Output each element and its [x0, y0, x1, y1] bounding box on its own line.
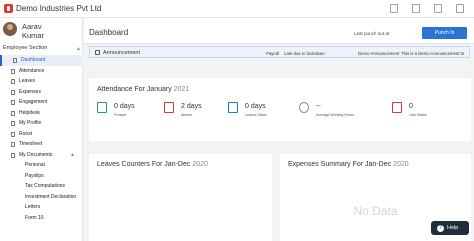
calendar-late-icon: [392, 102, 402, 113]
stat-present: 0 days Present: [97, 100, 152, 130]
sidebar: Aarav Kumar Employee Section ▲ Dashboard…: [0, 18, 83, 241]
sidebar-item-expenses[interactable]: Expenses: [0, 87, 83, 98]
sidebar-subitem-personal[interactable]: Personal: [0, 160, 83, 171]
top-bar: Demo Industries Pvt Ltd: [0, 0, 474, 18]
documents-icon: [11, 152, 15, 158]
menu-icon[interactable]: [434, 4, 442, 13]
helpdesk-icon: [11, 110, 15, 116]
calendar-leave-icon: [228, 102, 238, 113]
announcement-label: Announcement: [103, 50, 140, 56]
expenses-summary-title: Expenses Summary For Jan-Dec 2020: [288, 161, 409, 168]
sidebar-subitem-investment-declaration[interactable]: Investment Declaration: [0, 192, 83, 203]
leaves-icon: [11, 79, 15, 84]
dashboard-icon: [13, 58, 17, 63]
company-logo: [4, 4, 13, 13]
sidebar-item-leaves[interactable]: Leaves: [0, 76, 83, 87]
user-profile[interactable]: Aarav Kumar: [3, 22, 83, 46]
calendar-icon[interactable]: [412, 4, 420, 13]
expenses-icon: [11, 89, 15, 95]
logout-icon[interactable]: [456, 4, 464, 13]
sidebar-subitem-payslips[interactable]: Payslips: [0, 171, 83, 182]
sidebar-item-timesheet[interactable]: Timesheet: [0, 139, 83, 150]
company-name: Demo Industries Pvt Ltd: [16, 4, 102, 13]
leaves-counter-title: Leaves Counters For Jan-Dec 2020: [97, 161, 208, 168]
stat-late-marks: 0 Late Marks: [392, 100, 447, 130]
no-data-placeholder: No Data: [353, 204, 398, 218]
calendar-x-icon: [164, 102, 174, 113]
sidebar-item-dashboard[interactable]: Dashboard: [0, 55, 83, 66]
page-title: Dashboard: [89, 28, 129, 37]
roost-icon: [11, 131, 15, 137]
stat-leaves-taken: 0 days Leaves Taken: [228, 100, 283, 130]
main-content: Dashboard Last punch out at Punch In Ann…: [84, 18, 474, 241]
attendance-icon: [11, 68, 15, 74]
clock-icon: [299, 102, 309, 113]
sidebar-item-helpdesk[interactable]: Helpdesk: [0, 108, 83, 119]
calendar-check-icon: [97, 102, 107, 113]
sidebar-subitem-tax-computations[interactable]: Tax Computations: [0, 181, 83, 192]
sidebar-item-attendance[interactable]: Attendance: [0, 66, 83, 77]
sidebar-item-engagement[interactable]: Engagement: [0, 97, 83, 108]
announcement-item[interactable]: Demo Announcement: [358, 51, 399, 56]
sidebar-menu: Dashboard Attendance Leaves Expenses Eng…: [0, 55, 83, 223]
profile-icon: [11, 121, 15, 126]
user-name: Aarav Kumar: [22, 22, 45, 40]
announcement-item[interactable]: This is a Demo Announcement to: [401, 51, 464, 56]
punch-in-button[interactable]: Punch In: [422, 27, 467, 39]
announcement-item[interactable]: Payroll: [266, 51, 279, 56]
announcement-item[interactable]: Late due to lockdown: [284, 51, 325, 56]
sidebar-item-roost[interactable]: Roost: [0, 129, 83, 140]
sidebar-subitem-letters[interactable]: Letters: [0, 202, 83, 213]
timesheet-icon: [11, 142, 15, 147]
engagement-icon: [11, 100, 15, 105]
announcement-bar: Announcement Payroll Late due to lockdow…: [89, 46, 470, 58]
punch-status: Last punch out at: [354, 31, 390, 36]
help-button[interactable]: ? Help: [431, 221, 469, 235]
top-icons: [390, 4, 464, 13]
chevron-up-icon: ▲: [76, 46, 81, 52]
sidebar-item-my-documents[interactable]: My Documents ▲: [0, 150, 83, 161]
notification-icon[interactable]: [390, 4, 398, 13]
question-icon: ?: [437, 224, 444, 232]
megaphone-icon: [95, 50, 100, 55]
stat-absent: 2 days Absent: [164, 100, 219, 130]
sidebar-section-employee[interactable]: Employee Section ▲: [3, 45, 81, 54]
avatar: [3, 22, 17, 36]
page-header: Dashboard Last punch out at Punch In: [84, 18, 474, 44]
chevron-up-icon: ▲: [70, 151, 75, 158]
sidebar-item-my-profile[interactable]: My Profile: [0, 118, 83, 129]
summary-cards: Leaves Counters For Jan-Dec 2020 Expense…: [89, 154, 471, 241]
attendance-title: Attendance For January 2021: [97, 86, 190, 93]
stat-average-working-hours: -- Average Working Hours: [299, 100, 354, 130]
sidebar-subitem-form-16[interactable]: Form 16: [0, 213, 83, 224]
attendance-card: Attendance For January 2021 0 days Prese…: [89, 78, 471, 141]
leaves-counter-card: Leaves Counters For Jan-Dec 2020: [89, 154, 272, 241]
